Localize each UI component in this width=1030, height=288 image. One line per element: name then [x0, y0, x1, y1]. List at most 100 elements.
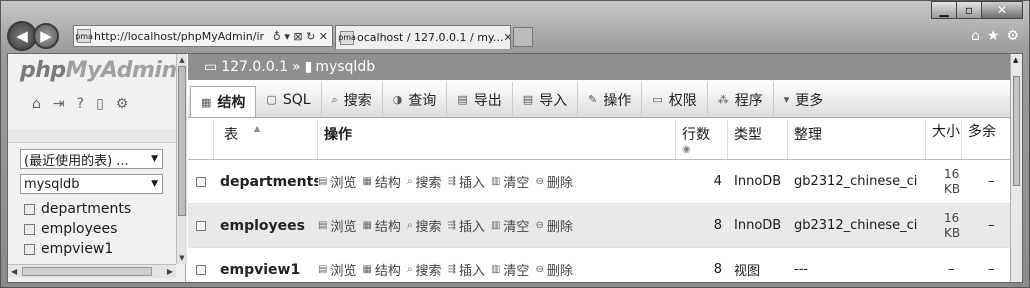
favorites-icon[interactable]: ★ [987, 28, 1000, 44]
header-table-label: 表 [224, 127, 238, 143]
structure-icon: ▦ [201, 95, 212, 109]
scroll-down-icon[interactable]: ▼ [178, 253, 186, 263]
row-table-name[interactable]: empview1 [220, 248, 318, 282]
table-header: 表 ▲ 操作 行数 ◉ 类型 整理 大小 多余 [188, 120, 1010, 160]
sidebar-table-item[interactable]: empview1 [24, 239, 131, 259]
action-drop[interactable]: ⊖ 删除 [535, 260, 572, 279]
window-controls: ▁ ▫ ✕ [931, 1, 1023, 19]
breadcrumb-server[interactable]: 127.0.0.1 [221, 59, 288, 75]
header-collation[interactable]: 整理 [788, 120, 926, 159]
sidebar-table-item[interactable]: employees [24, 219, 131, 239]
action-search[interactable]: ⌕ 搜索 [407, 216, 442, 235]
home-icon[interactable]: ⌂ [971, 28, 980, 44]
checkbox-box[interactable] [196, 176, 206, 187]
settings-icon[interactable]: ⚙ [1006, 28, 1019, 44]
action-structure[interactable]: ▦ 结构 [362, 260, 400, 279]
tab-export[interactable]: ▤ 导出 [447, 82, 513, 117]
row-type: InnoDB [734, 174, 782, 189]
phpmyadmin-logo[interactable]: phpMyAdmin [20, 58, 177, 83]
close-button[interactable]: ✕ [981, 1, 1023, 19]
row-size[interactable]: 16 KB [944, 160, 968, 203]
row-table-name[interactable]: departments [220, 160, 318, 203]
maximize-button[interactable]: ▫ [956, 1, 982, 19]
row-rows: 4 [713, 174, 722, 189]
tab-close-icon[interactable]: ✕ [503, 31, 510, 44]
header-overhead[interactable]: 多余 [962, 120, 998, 159]
action-label: 插入 [458, 220, 485, 235]
tab-label: 更多 [795, 92, 824, 109]
address-bar[interactable]: pma http://localhost/phpMyAdmin/ir ♁ ▾ ⊠… [73, 25, 333, 47]
scroll-up-icon[interactable]: ▲ [178, 55, 186, 65]
action-structure[interactable]: ▦ 结构 [362, 216, 400, 235]
search-icon: ⌕ [406, 220, 413, 231]
sort-arrow-icon: ▲ [254, 124, 261, 133]
checkbox-box[interactable] [196, 220, 206, 231]
new-tab-button[interactable] [513, 27, 533, 47]
scroll-thumb[interactable] [1013, 76, 1020, 186]
scroll-right-icon[interactable]: ▶ [167, 267, 173, 276]
action-empty[interactable]: ▥ 清空 [491, 260, 529, 279]
header-rows[interactable]: 行数 ◉ [676, 120, 728, 159]
action-browse[interactable]: ▤ 浏览 [318, 172, 356, 191]
tab-query[interactable]: ◑ 查询 [383, 82, 448, 117]
action-search[interactable]: ⌕ 搜索 [407, 172, 442, 191]
help-icon[interactable]: ◉ [682, 144, 691, 155]
action-drop[interactable]: ⊖ 删除 [535, 172, 572, 191]
tab-operations[interactable]: ✎ 操作 [578, 82, 643, 117]
row-size[interactable]: 16 KB [944, 204, 968, 247]
row-collation: --- [794, 262, 809, 277]
action-empty[interactable]: ▥ 清空 [491, 216, 529, 235]
tab-more[interactable]: ▾ 更多 [774, 82, 834, 117]
action-label: 删除 [546, 176, 573, 191]
action-search[interactable]: ⌕ 搜索 [407, 260, 442, 279]
row-checkbox[interactable] [196, 204, 214, 247]
scroll-up-icon[interactable]: ▲ [1013, 56, 1018, 64]
database-select[interactable]: mysqldb ▼ [20, 174, 163, 194]
action-browse[interactable]: ▤ 浏览 [318, 260, 356, 279]
action-insert[interactable]: ⇶ 插入 [448, 260, 485, 279]
tab-label: 导出 [473, 92, 502, 109]
action-empty[interactable]: ▥ 清空 [491, 172, 529, 191]
tab-import[interactable]: ▤ 导入 [513, 82, 579, 117]
action-insert[interactable]: ⇶ 插入 [448, 216, 485, 235]
address-actions[interactable]: ♁ ▾ ⊠ ↻ ✕ [269, 30, 332, 43]
browser-tab[interactable]: pma ocalhost / 127.0.0.1 / my... ✕ [335, 25, 511, 49]
home-icon[interactable]: ⌂ [32, 96, 41, 112]
breadcrumb-database[interactable]: mysqldb [315, 59, 375, 75]
checkbox-box[interactable] [196, 264, 206, 275]
row-table-name[interactable]: employees [220, 204, 318, 247]
row-collation: gb2312_chinese_ci [794, 174, 918, 189]
scroll-left-icon[interactable]: ◀ [11, 267, 17, 276]
tab-routines[interactable]: ⁂ 程序 [708, 82, 774, 117]
header-table[interactable]: 表 ▲ [214, 120, 318, 159]
recent-tables-select[interactable]: (最近使用的表) ... ▼ [20, 149, 163, 169]
drop-icon: ⊖ [535, 176, 544, 187]
tab-search[interactable]: ⌕ 搜索 [322, 82, 383, 117]
minimize-button[interactable]: ▁ [931, 1, 957, 19]
scroll-thumb[interactable] [178, 66, 186, 216]
sidebar-horizontal-scrollbar[interactable]: ◀ ▶ [8, 264, 176, 278]
help-icon[interactable]: ? [77, 96, 84, 112]
docs-icon[interactable]: ▯ [96, 96, 104, 112]
settings-icon[interactable]: ⚙ [116, 96, 129, 112]
forward-button[interactable]: ▶ [33, 23, 59, 49]
header-size[interactable]: 大小 [926, 120, 962, 159]
action-drop[interactable]: ⊖ 删除 [535, 216, 572, 235]
main-panel: ▭ 127.0.0.1 » ▮ mysqldb ▦ 结构 ▢ SQL ⌕ 搜索 ◑ 查询… [188, 54, 1022, 282]
url-text: http://localhost/phpMyAdmin/ir [94, 29, 265, 43]
action-browse[interactable]: ▤ 浏览 [318, 216, 356, 235]
tab-privileges[interactable]: ▭ 权限 [642, 82, 708, 117]
action-structure[interactable]: ▦ 结构 [362, 172, 400, 191]
sidebar-table-item[interactable]: departments [24, 199, 131, 219]
sidebar-vertical-scrollbar[interactable]: ▲ ▼ [176, 54, 187, 264]
tab-sql[interactable]: ▢ SQL [256, 82, 322, 117]
action-insert[interactable]: ⇶ 插入 [448, 172, 485, 191]
row-checkbox[interactable] [196, 160, 214, 203]
action-label: 清空 [503, 220, 530, 235]
logout-icon[interactable]: ⇥ [53, 96, 65, 112]
row-checkbox[interactable] [196, 248, 214, 282]
page-vertical-scrollbar[interactable]: ▲ [1010, 54, 1022, 282]
scroll-thumb[interactable] [22, 267, 152, 276]
tab-structure[interactable]: ▦ 结构 [190, 86, 257, 117]
header-type[interactable]: 类型 [728, 120, 788, 159]
